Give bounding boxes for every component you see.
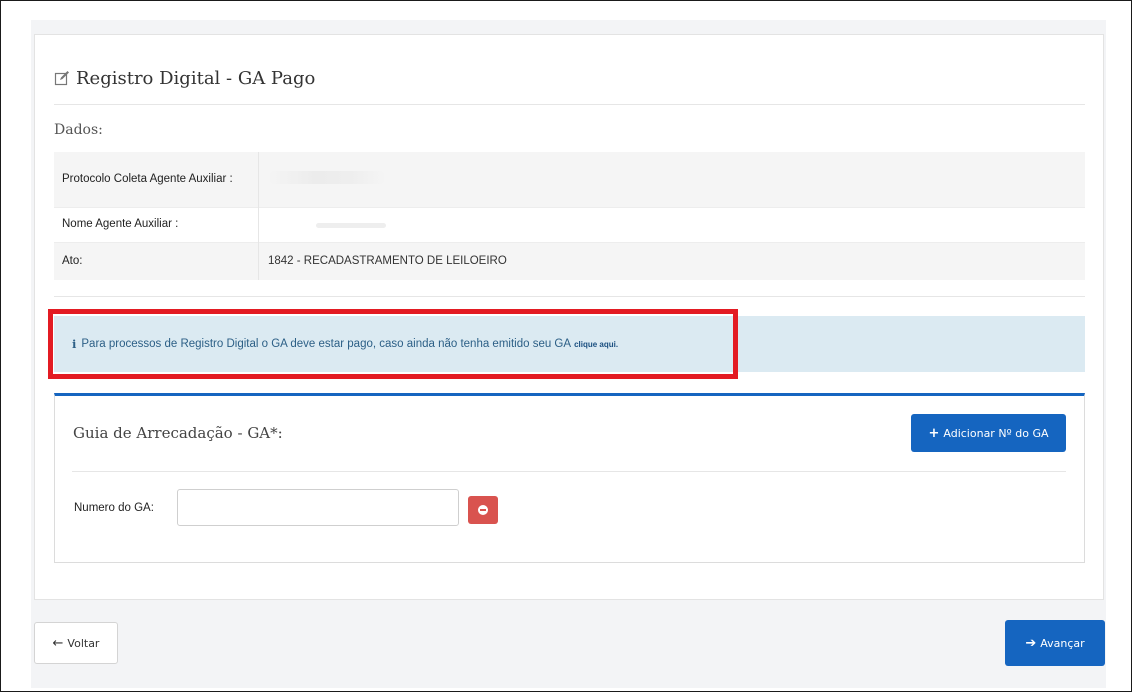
ga-number-input[interactable]: [177, 489, 459, 526]
arrow-right-icon: ➔: [1025, 635, 1037, 651]
table-row: Protocolo Coleta Agente Auxiliar :: [54, 152, 1085, 207]
redacted-value: [316, 222, 386, 228]
add-ga-button[interactable]: + Adicionar Nº do GA: [911, 414, 1066, 452]
minus-circle-icon: [478, 505, 488, 515]
row-value: 1842 - RECADASTRAMENTO DE LEILOEIRO: [258, 241, 1085, 280]
next-button[interactable]: ➔ Avançar: [1005, 620, 1105, 666]
next-button-label: Avançar: [1040, 636, 1085, 650]
table-row: Nome Agente Auxiliar :: [54, 206, 1085, 242]
redacted-value: [268, 171, 386, 185]
ga-number-label: Numero do GA:: [74, 502, 154, 514]
add-ga-button-label: Adicionar Nº do GA: [943, 426, 1049, 440]
table-row: Ato: 1842 - RECADASTRAMENTO DE LEILOEIRO: [54, 241, 1085, 280]
back-button[interactable]: ← Voltar: [34, 622, 118, 664]
row-label: Ato:: [54, 241, 259, 280]
divider: [54, 296, 1085, 297]
divider: [54, 104, 1085, 105]
edit-icon: [54, 70, 70, 86]
remove-ga-button[interactable]: [468, 496, 498, 524]
row-label: Nome Agente Auxiliar :: [54, 206, 259, 242]
arrow-left-icon: ←: [52, 635, 64, 651]
section-label: Dados:: [54, 122, 103, 138]
row-value-redacted: [259, 152, 1086, 207]
divider: [72, 471, 1066, 472]
info-table: Protocolo Coleta Agente Auxiliar : Nome …: [54, 152, 1085, 280]
row-value-redacted: [258, 206, 1085, 242]
row-label: Protocolo Coleta Agente Auxiliar :: [54, 152, 259, 207]
highlight-box: [48, 309, 738, 379]
page-title-text: Registro Digital - GA Pago: [76, 67, 316, 89]
back-button-label: Voltar: [67, 636, 100, 650]
plus-icon: +: [928, 425, 940, 441]
ga-panel-title: Guia de Arrecadação - GA*:: [73, 424, 283, 442]
page-title: Registro Digital - GA Pago: [54, 64, 315, 92]
